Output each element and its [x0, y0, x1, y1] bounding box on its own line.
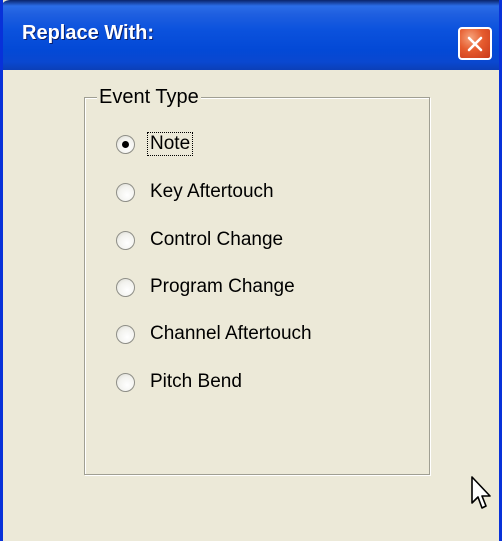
radio-note[interactable]: Note	[116, 131, 194, 157]
radio-label-pitch-bend: Pitch Bend	[150, 371, 242, 392]
title-bar[interactable]: Replace With:	[3, 0, 499, 70]
close-x-icon	[467, 36, 483, 52]
close-button[interactable]	[458, 27, 492, 60]
radio-pitch-bend[interactable]: Pitch Bend	[116, 369, 244, 395]
radio-button[interactable]	[116, 372, 135, 392]
radio-channel-aftertouch[interactable]: Channel Aftertouch	[116, 321, 314, 347]
radio-button[interactable]	[116, 277, 135, 297]
radio-button[interactable]	[116, 182, 135, 202]
radio-program-change[interactable]: Program Change	[116, 274, 297, 300]
radio-label-program-change: Program Change	[150, 276, 295, 297]
radio-button[interactable]	[116, 134, 135, 154]
radio-label-key-aftertouch: Key Aftertouch	[150, 181, 274, 202]
window-title: Replace With:	[22, 22, 155, 44]
radio-label-control-change: Control Change	[150, 229, 284, 250]
radio-label-channel-aftertouch: Channel Aftertouch	[150, 323, 312, 344]
event-type-group-label: Event Type	[97, 85, 201, 109]
radio-button[interactable]	[116, 230, 135, 250]
radio-control-change[interactable]: Control Change	[116, 227, 285, 253]
mouse-arrow-icon	[471, 476, 491, 509]
radio-label-note: Note	[146, 132, 194, 156]
radio-button[interactable]	[116, 324, 135, 344]
replace-with-dialog: Replace With: Event Type Note Key Aftert…	[0, 0, 502, 541]
radio-key-aftertouch[interactable]: Key Aftertouch	[116, 179, 276, 205]
